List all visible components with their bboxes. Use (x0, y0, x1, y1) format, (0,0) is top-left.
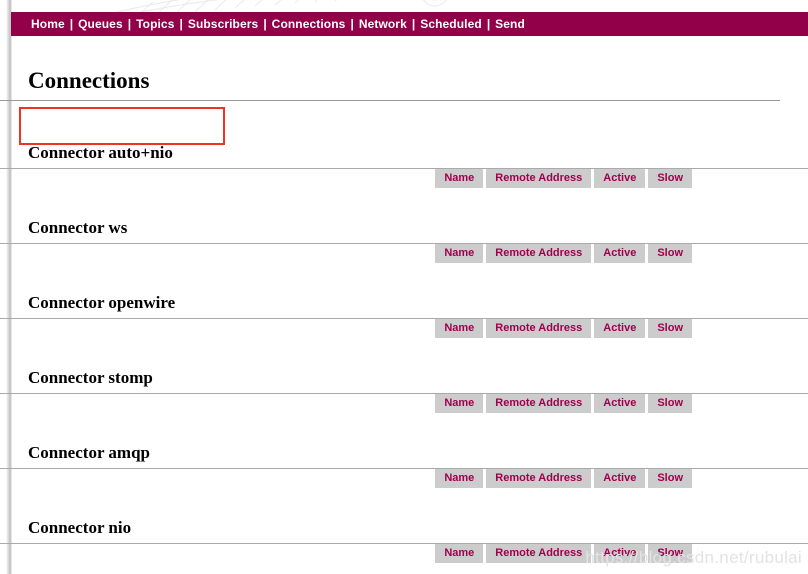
connector-section: Connector stomp Name Remote Address Active S… (0, 368, 808, 413)
connections-table: Name Remote Address Active Slow (432, 394, 695, 413)
column-header-remote-address[interactable]: Remote Address (486, 319, 592, 338)
nav-item-home[interactable]: Home (31, 17, 65, 31)
navigation-links: Home | Queues | Topics | Subscribers | Connectio… (11, 12, 808, 36)
column-header-slow[interactable]: Slow (648, 394, 692, 413)
column-header-slow[interactable]: Slow (648, 169, 692, 188)
nav-item-topics[interactable]: Topics (136, 17, 174, 31)
column-header-active[interactable]: Active (594, 544, 646, 563)
table-header-row: Name Remote Address Active Slow (435, 319, 692, 338)
page-title: Connections (0, 68, 780, 101)
column-header-slow[interactable]: Slow (648, 469, 692, 488)
column-header-name[interactable]: Name (435, 169, 484, 188)
table-header-row: Name Remote Address Active Slow (435, 469, 692, 488)
column-header-name[interactable]: Name (435, 544, 484, 563)
column-header-name[interactable]: Name (435, 244, 484, 263)
column-header-remote-address[interactable]: Remote Address (486, 394, 592, 413)
connector-section-title: Connector stomp (0, 368, 808, 394)
nav-item-send[interactable]: Send (495, 17, 525, 31)
connections-table: Name Remote Address Active Slow (432, 319, 695, 338)
nav-separator: | (350, 17, 354, 31)
connector-section: Connector openwire Name Remote Address Acti… (0, 293, 808, 338)
nav-item-network[interactable]: Network (359, 17, 407, 31)
nav-item-subscribers[interactable]: Subscribers (188, 17, 258, 31)
connector-section: Connector ws Name Remote Address Active Slow (0, 218, 808, 263)
nav-item-scheduled[interactable]: Scheduled (420, 17, 482, 31)
connector-section: Connector nio Name Remote Address Active Slo… (0, 518, 808, 563)
nav-item-queues[interactable]: Queues (78, 17, 123, 31)
nav-separator: | (179, 17, 183, 31)
column-header-remote-address[interactable]: Remote Address (486, 244, 592, 263)
column-header-active[interactable]: Active (594, 394, 646, 413)
column-header-slow[interactable]: Slow (648, 544, 692, 563)
connector-section-title: Connector nio (0, 518, 808, 544)
page-root: Home | Queues | Topics | Subscribers | Connectio… (0, 0, 808, 574)
column-header-active[interactable]: Active (594, 244, 646, 263)
red-annotation-rectangle (19, 107, 225, 145)
table-header-row: Name Remote Address Active Slow (435, 244, 692, 263)
connector-section: Connector amqp Name Remote Address Active Sl… (0, 443, 808, 488)
main-navigation-bar: Home | Queues | Topics | Subscribers | Connectio… (11, 12, 808, 36)
connections-table: Name Remote Address Active Slow (432, 469, 695, 488)
connector-section-title: Connector auto+nio (0, 143, 808, 169)
column-header-active[interactable]: Active (594, 469, 646, 488)
column-header-slow[interactable]: Slow (648, 244, 692, 263)
column-header-slow[interactable]: Slow (648, 319, 692, 338)
column-header-active[interactable]: Active (594, 169, 646, 188)
column-header-name[interactable]: Name (435, 469, 484, 488)
nav-separator: | (411, 17, 416, 31)
column-header-remote-address[interactable]: Remote Address (486, 469, 592, 488)
connections-table: Name Remote Address Active Slow (432, 544, 695, 563)
nav-item-connections[interactable]: Connections (272, 17, 346, 31)
column-header-remote-address[interactable]: Remote Address (486, 169, 592, 188)
connector-section-title: Connector ws (0, 218, 808, 244)
connections-table: Name Remote Address Active Slow (432, 169, 695, 188)
column-header-remote-address[interactable]: Remote Address (486, 544, 592, 563)
connector-section-title: Connector openwire (0, 293, 808, 319)
nav-separator: | (263, 17, 267, 31)
connector-section-title: Connector amqp (0, 443, 808, 469)
table-header-row: Name Remote Address Active Slow (435, 544, 692, 563)
column-header-name[interactable]: Name (435, 394, 484, 413)
connector-section: Connector auto+nio Name Remote Address Acti… (0, 143, 808, 188)
table-header-row: Name Remote Address Active Slow (435, 394, 692, 413)
column-header-name[interactable]: Name (435, 319, 484, 338)
nav-separator: | (127, 17, 132, 31)
table-header-row: Name Remote Address Active Slow (435, 169, 692, 188)
nav-separator: | (486, 17, 491, 31)
connections-table: Name Remote Address Active Slow (432, 244, 695, 263)
column-header-active[interactable]: Active (594, 319, 646, 338)
nav-separator: | (69, 17, 74, 31)
